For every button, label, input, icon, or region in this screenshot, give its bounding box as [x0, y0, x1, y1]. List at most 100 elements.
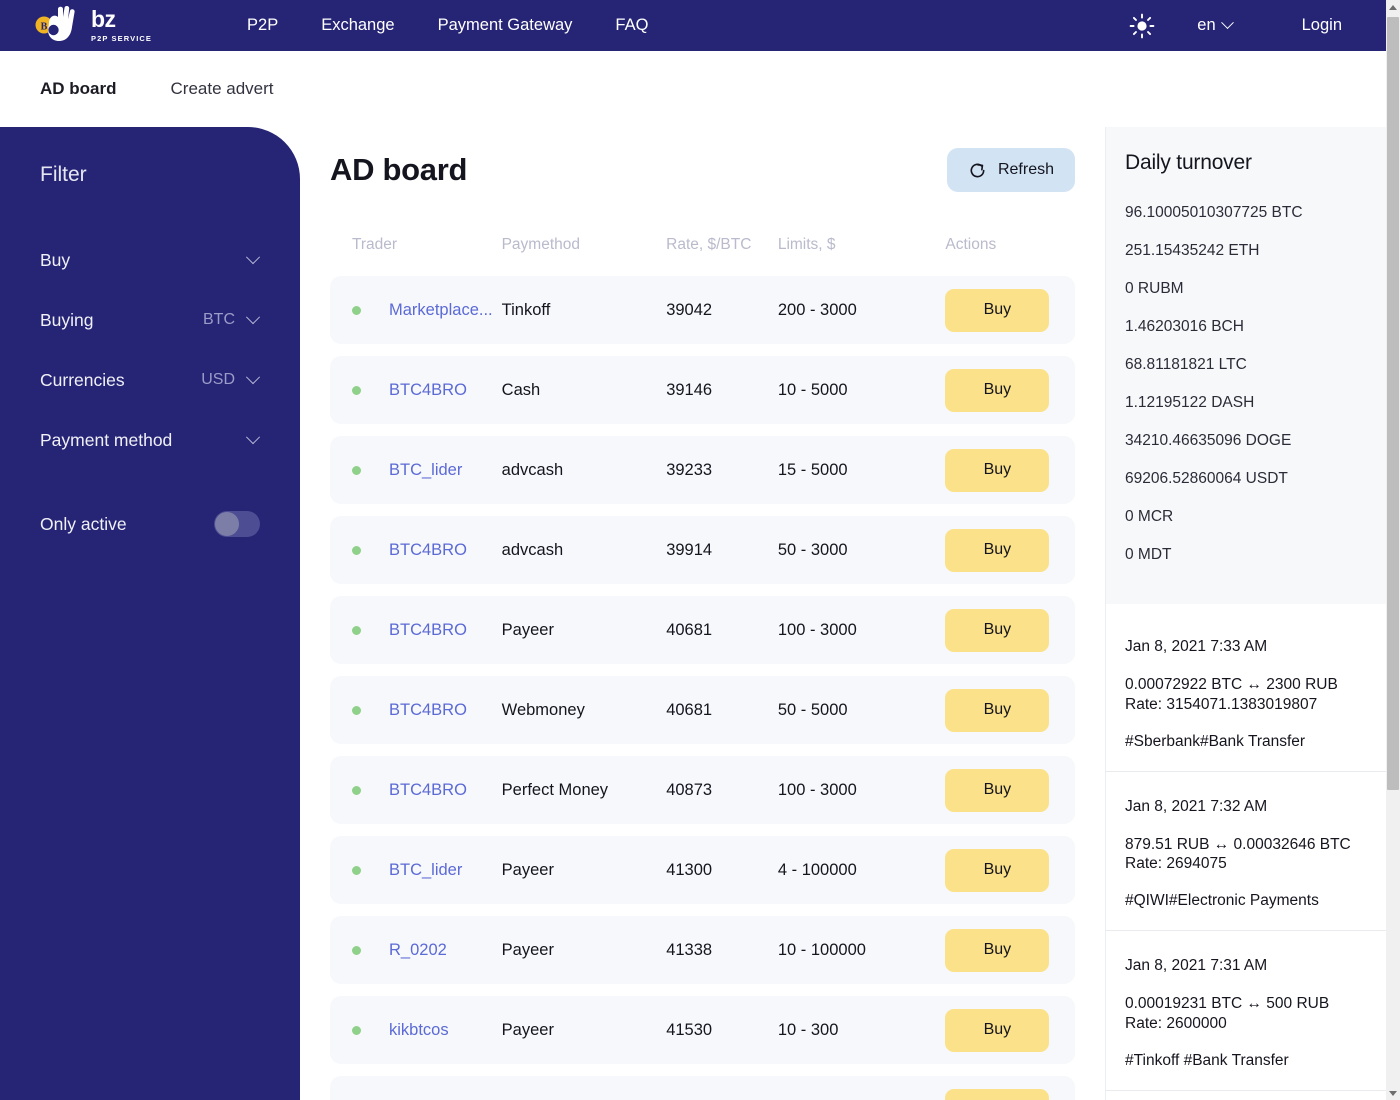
nav-link-faq[interactable]: FAQ [615, 16, 648, 35]
table-row[interactable]: BTC4BRO Perfect Money 40873 100 - 3000 Buy [330, 756, 1075, 824]
top-navigation-bar: B bz P2P SERVICE P2P Exchange Payment Ga… [0, 0, 1386, 51]
buy-button[interactable]: Buy [945, 288, 1050, 332]
filter-item-buying[interactable]: Buying BTC [0, 290, 300, 350]
filter-control-buying: BTC [203, 310, 261, 329]
only-active-label: Only active [40, 513, 127, 534]
rate-cell: 39146 [666, 380, 713, 399]
turnover-item: 1.46203016 BCH [1125, 318, 1244, 335]
buy-button[interactable]: Buy [945, 1008, 1050, 1052]
actions-cell: Buy [945, 848, 1075, 892]
paymethod-cell: Payeer [501, 860, 554, 879]
turnover-item: 251.15435242 ETH [1125, 242, 1260, 259]
filter-item-buy[interactable]: Buy [0, 230, 300, 290]
refresh-button[interactable]: Refresh [946, 148, 1075, 192]
trader-link[interactable]: BTC4BRO [389, 621, 502, 640]
trader-link[interactable]: kikbtcos [389, 1021, 502, 1040]
turnover-item: 0 MCR [1125, 508, 1174, 525]
status-indicator-dot [352, 785, 361, 795]
table-row[interactable]: BTC4BRO advcash 39914 50 - 3000 Buy [330, 516, 1075, 584]
paymethod-cell: advcash [501, 460, 564, 479]
filter-item-payment-method[interactable]: Payment method [0, 410, 300, 470]
svg-text:B: B [41, 21, 48, 32]
buy-button[interactable]: Buy [945, 768, 1050, 812]
transaction-pair: 879.51 RUB ↔ 0.00032646 BTC [1125, 835, 1351, 853]
table-row[interactable]: R_0202 Payeer 41338 10 - 100000 Buy [330, 916, 1075, 984]
limits-cell: 100 - 3000 [777, 780, 857, 799]
filter-item-currencies[interactable]: Currencies USD [0, 350, 300, 410]
page-root: B bz P2P SERVICE P2P Exchange Payment Ga… [0, 0, 1400, 1100]
actions-cell: Buy [945, 288, 1075, 332]
tab-create-advert[interactable]: Create advert [171, 79, 274, 99]
trader-link[interactable]: BTC_lider [389, 861, 502, 880]
trader-link[interactable]: BTC4BRO [389, 701, 502, 720]
brand-logo[interactable]: B bz P2P SERVICE [33, 3, 152, 49]
scroll-up-arrow-icon[interactable] [1386, 0, 1400, 14]
table-row[interactable]: kikbtcos Payeer 41530 10 - 300 Buy [330, 996, 1075, 1064]
paymethod-cell: Payeer [501, 940, 554, 959]
limits-cell: 50 - 5000 [777, 700, 848, 719]
only-active-toggle[interactable] [214, 511, 260, 537]
transaction-item[interactable]: Jan 8, 2021 7:32 AM 879.51 RUB ↔ 0.000326… [1106, 772, 1386, 932]
table-row[interactable]: Marketplace... Tinkoff 39042 200 - 3000 Buy [330, 276, 1075, 344]
buy-button[interactable]: Buy [945, 928, 1050, 972]
tab-ad-board[interactable]: AD board [40, 79, 117, 99]
limits-cell: 4 - 100000 [777, 860, 857, 879]
turnover-item: 96.10005010307725 BTC [1125, 204, 1303, 221]
buy-button[interactable]: Buy [945, 848, 1050, 892]
limits-cell: 15 - 5000 [777, 460, 848, 479]
table-row[interactable]: BTC_lider Payeer 41300 4 - 100000 Buy [330, 836, 1075, 904]
trader-link[interactable]: R_0202 [389, 941, 502, 960]
nav-link-p2p[interactable]: P2P [247, 16, 278, 35]
daily-turnover-card: 12530 deals per day Daily turnover 96.10… [1106, 51, 1386, 604]
turnover-item: 34210.46635096 DOGE [1125, 432, 1292, 449]
refresh-button-label: Refresh [997, 161, 1054, 178]
table-row[interactable]: BTC4BRO Webmoney 40681 50 - 5000 Buy [330, 676, 1075, 744]
scroll-down-arrow-icon[interactable] [1386, 1086, 1400, 1100]
column-header-rate: Rate, $/BTC [666, 236, 752, 253]
buy-button[interactable]: Buy [945, 1088, 1050, 1100]
nav-link-payment-gateway[interactable]: Payment Gateway [438, 16, 573, 35]
rate-cell: 39233 [666, 460, 713, 479]
table-row[interactable]: BTC_lider advcash 39233 15 - 5000 Buy [330, 436, 1075, 504]
trader-link[interactable]: BTC4BRO [389, 541, 502, 560]
table-row[interactable]: Buy [330, 1076, 1075, 1100]
paymethod-cell: Tinkoff [501, 300, 551, 319]
limits-cell: 50 - 3000 [777, 540, 848, 559]
page-scrollbar[interactable] [1386, 0, 1400, 1100]
paymethod-cell: advcash [501, 540, 564, 559]
language-value: en [1197, 16, 1216, 34]
filter-label-buying: Buying [40, 309, 94, 330]
transaction-item[interactable]: Jan 8, 2021 7:33 AM 0.00072922 BTC ↔ 2300… [1106, 604, 1386, 772]
login-button[interactable]: Login [1302, 16, 1342, 35]
table-row[interactable]: BTC4BRO Cash 39146 10 - 5000 Buy [330, 356, 1075, 424]
buy-button[interactable]: Buy [945, 688, 1050, 732]
table-header-row: Trader Paymethod Rate, $/BTC Limits, $ A… [330, 228, 1075, 262]
actions-cell: Buy [945, 768, 1075, 812]
paymethod-cell: Perfect Money [501, 780, 609, 799]
filter-options-list: Buy Buying BTC Currencies USD Payment me… [0, 230, 300, 470]
trader-link[interactable]: BTC4BRO [389, 781, 502, 800]
trader-link[interactable]: Marketplace... [389, 301, 502, 320]
scrollbar-thumb[interactable] [1387, 17, 1399, 790]
column-header-actions: Actions [945, 236, 997, 253]
refresh-icon [970, 163, 985, 177]
transaction-date: Jan 8, 2021 7:31 AM [1125, 957, 1268, 975]
transaction-item[interactable]: Jan 8, 2021 7:31 AM 0.00019231 BTC ↔ 500 … [1106, 931, 1386, 1091]
transaction-pair: 0.00019231 BTC ↔ 500 RUB [1125, 995, 1330, 1013]
transaction-item[interactable]: Jan 8, 2021 7:31 AM [1106, 1091, 1386, 1100]
table-row[interactable]: BTC4BRO Payeer 40681 100 - 3000 Buy [330, 596, 1075, 664]
nav-link-exchange[interactable]: Exchange [321, 16, 394, 35]
trader-link[interactable]: BTC_lider [389, 461, 502, 480]
buy-button[interactable]: Buy [945, 448, 1050, 492]
language-selector[interactable]: en [1197, 16, 1234, 35]
chevron-down-icon [245, 250, 261, 265]
trader-link[interactable]: BTC4BRO [389, 381, 502, 400]
buy-button[interactable]: Buy [945, 528, 1050, 572]
limits-cell: 100 - 3000 [777, 620, 857, 639]
sun-icon[interactable] [1129, 13, 1155, 39]
buy-button[interactable]: Buy [945, 368, 1050, 412]
column-header-limits: Limits, $ [777, 236, 836, 253]
paymethod-cell: Payeer [501, 1020, 554, 1039]
buy-button[interactable]: Buy [945, 608, 1050, 652]
daily-turnover-title: Daily turnover [1125, 151, 1252, 174]
